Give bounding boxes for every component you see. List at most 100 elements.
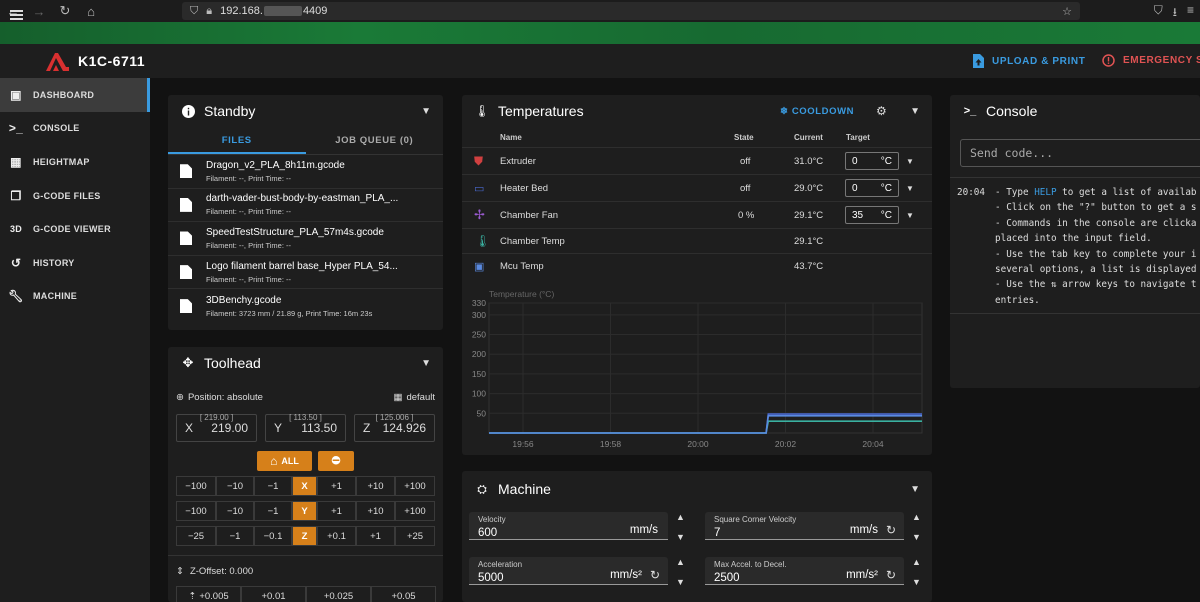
z-offset-button[interactable]: +0.01	[241, 586, 306, 602]
dropdown-arrow-icon[interactable]: ▼	[906, 211, 914, 220]
nav-gcode-files[interactable]: ❐ G-CODE FILES	[0, 179, 150, 213]
jog-button[interactable]: +10	[356, 476, 395, 496]
chevron-down-icon[interactable]: ▼	[910, 106, 920, 117]
x-position-field[interactable]: [ 219.00 ] X 219.00	[176, 413, 257, 442]
velocity-down-icon[interactable]: ▼	[676, 532, 685, 542]
address-bar[interactable]: ⛉ 🔒︎ 192.168. 4409 ☆	[182, 2, 1080, 20]
nav-console[interactable]: >_ CONSOLE	[0, 112, 150, 146]
jog-button[interactable]: −1	[254, 501, 292, 521]
reload-icon[interactable]: ↻	[52, 3, 78, 19]
target-input[interactable]: 35 °C	[845, 206, 899, 224]
acceleration-field[interactable]: Acceleration 5000 mm/s² ↻	[469, 557, 668, 585]
reset-icon[interactable]: ↻	[886, 568, 896, 582]
velocity-field[interactable]: Velocity 600 mm/s	[469, 512, 668, 540]
hamburger-menu-icon[interactable]	[10, 10, 23, 20]
upload-print-button[interactable]: UPLOAD & PRINT	[973, 54, 1085, 68]
download-icon[interactable]: ⭳	[1173, 3, 1177, 24]
jog-button[interactable]: −100	[176, 501, 216, 521]
jog-button[interactable]: −0.1	[254, 526, 292, 546]
file-item[interactable]: SpeedTestStructure_PLA_57m4s.gcode Filame…	[168, 222, 443, 256]
jog-button[interactable]: +0.1	[317, 526, 356, 546]
target-input[interactable]: 0 °C	[845, 179, 899, 197]
home-icon[interactable]: ⌂	[78, 4, 104, 19]
jog-button[interactable]: −10	[216, 476, 254, 496]
jog-button[interactable]: −100	[176, 476, 216, 496]
console-header[interactable]: >_ Console	[950, 95, 1200, 127]
z-offset-button[interactable]: +0.025	[306, 586, 371, 602]
jog-button[interactable]: −1	[216, 526, 254, 546]
cooldown-button[interactable]: ❄ COOLDOWN	[780, 106, 854, 117]
file-item[interactable]: Logo filament barrel base_Hyper PLA_54..…	[168, 256, 443, 290]
emergency-stop-button[interactable]: EMERGENCY ST	[1102, 54, 1200, 67]
chevron-down-icon[interactable]: ▼	[910, 484, 920, 495]
accel-up-icon[interactable]: ▲	[676, 557, 685, 567]
dropdown-arrow-icon[interactable]: ▼	[906, 157, 914, 166]
console-command-link[interactable]: HELP	[1034, 187, 1056, 198]
nav-dashboard[interactable]: ▣ DASHBOARD	[0, 78, 150, 112]
tab-job-queue[interactable]: JOB QUEUE (0)	[306, 127, 444, 154]
jog-button[interactable]: +25	[395, 526, 435, 546]
dropdown-arrow-icon[interactable]: ▼	[906, 184, 914, 193]
home-z-button[interactable]: Z	[292, 526, 317, 546]
nav-machine[interactable]: 🔧︎ MACHINE	[0, 280, 150, 314]
jog-button[interactable]: +1	[356, 526, 395, 546]
z-offset-button[interactable]: ⇡ +0.005	[176, 586, 241, 602]
chart-y-tick-label: 150	[472, 369, 486, 379]
scv-label: Square Corner Velocity	[714, 515, 797, 524]
tab-files[interactable]: FILES	[168, 127, 306, 154]
machine-header[interactable]: ⛭ Machine ▼	[462, 473, 932, 505]
toolhead-header[interactable]: ✥ Toolhead ▼	[168, 347, 443, 379]
grid-preset[interactable]: ▦ default	[393, 392, 435, 403]
chevron-down-icon[interactable]: ▼	[421, 106, 431, 117]
home-x-button[interactable]: X	[292, 476, 317, 496]
reset-icon[interactable]: ↻	[650, 568, 660, 582]
jog-button[interactable]: +100	[395, 501, 435, 521]
menu-icon[interactable]: ≡	[1187, 3, 1194, 24]
gear-icon[interactable]: ⚙	[876, 104, 887, 118]
nav-label: G-CODE VIEWER	[33, 224, 111, 235]
file-item[interactable]: Dragon_v2_PLA_8h11m.gcode Filament: --, P…	[168, 155, 443, 189]
forward-icon[interactable]: →	[26, 4, 52, 19]
target-input[interactable]: 0 °C	[845, 152, 899, 170]
nav-gcode-viewer[interactable]: 3D G-CODE VIEWER	[0, 212, 150, 246]
standby-header[interactable]: Standby ▼	[168, 95, 443, 127]
y-axis-label: Y	[274, 421, 283, 435]
pocket-icon[interactable]: ⛉	[1154, 3, 1163, 24]
file-meta: Filament: 3723 mm / 21.89 g, Print Time:…	[206, 308, 373, 318]
decel-up-icon[interactable]: ▲	[912, 557, 921, 567]
reset-icon[interactable]: ↻	[886, 523, 896, 537]
scv-unit: mm/s	[849, 524, 878, 536]
temperatures-header[interactable]: 🌡︎ Temperatures ❄ COOLDOWN ⚙ ▼	[462, 95, 932, 127]
position-mode[interactable]: ⊕ Position: absolute	[176, 392, 263, 403]
square-corner-velocity-field[interactable]: Square Corner Velocity 7 mm/s ↻	[705, 512, 904, 540]
file-item[interactable]: darth-vader-bust-body-by-eastman_PLA_...…	[168, 189, 443, 223]
home-all-button[interactable]: ⌂ ALL	[257, 451, 312, 471]
jog-button[interactable]: −1	[254, 476, 292, 496]
decel-down-icon[interactable]: ▼	[912, 577, 921, 587]
velocity-up-icon[interactable]: ▲	[676, 512, 685, 522]
jog-button[interactable]: +100	[395, 476, 435, 496]
motors-off-button[interactable]: ⛔︎	[318, 451, 354, 471]
console-input[interactable]: Send code...	[960, 139, 1200, 167]
nav-heightmap[interactable]: ▦ HEIGHTMAP	[0, 145, 150, 179]
z-position-field[interactable]: [ 125.006 ] Z 124.926	[354, 413, 435, 442]
file-item[interactable]: 3DBenchy.gcode Filament: 3723 mm / 21.89 …	[168, 289, 443, 323]
jog-button[interactable]: −10	[216, 501, 254, 521]
jog-button[interactable]: +1	[317, 501, 356, 521]
nav-history[interactable]: ↺ HISTORY	[0, 246, 150, 280]
jog-button[interactable]: +1	[317, 476, 356, 496]
max-accel-to-decel-field[interactable]: Max Accel. to Decel. 2500 mm/s² ↻	[705, 557, 904, 585]
jog-button[interactable]: +10	[356, 501, 395, 521]
scv-up-icon[interactable]: ▲	[912, 512, 921, 522]
accel-down-icon[interactable]: ▼	[676, 577, 685, 587]
home-y-button[interactable]: Y	[292, 501, 317, 521]
y-position-field[interactable]: [ 113.50 ] Y 113.50	[265, 413, 346, 442]
chevron-down-icon[interactable]: ▼	[421, 358, 431, 369]
bookmark-star-icon[interactable]: ☆	[1062, 5, 1072, 18]
jog-button[interactable]: −25	[176, 526, 216, 546]
z-offset-button[interactable]: +0.05	[371, 586, 436, 602]
chart-x-tick-label: 19:58	[600, 439, 622, 449]
monitor-dashboard-icon: ▣	[10, 87, 22, 102]
console-line: - Use the tab key to complete your i	[995, 248, 1197, 260]
scv-down-icon[interactable]: ▼	[912, 532, 921, 542]
